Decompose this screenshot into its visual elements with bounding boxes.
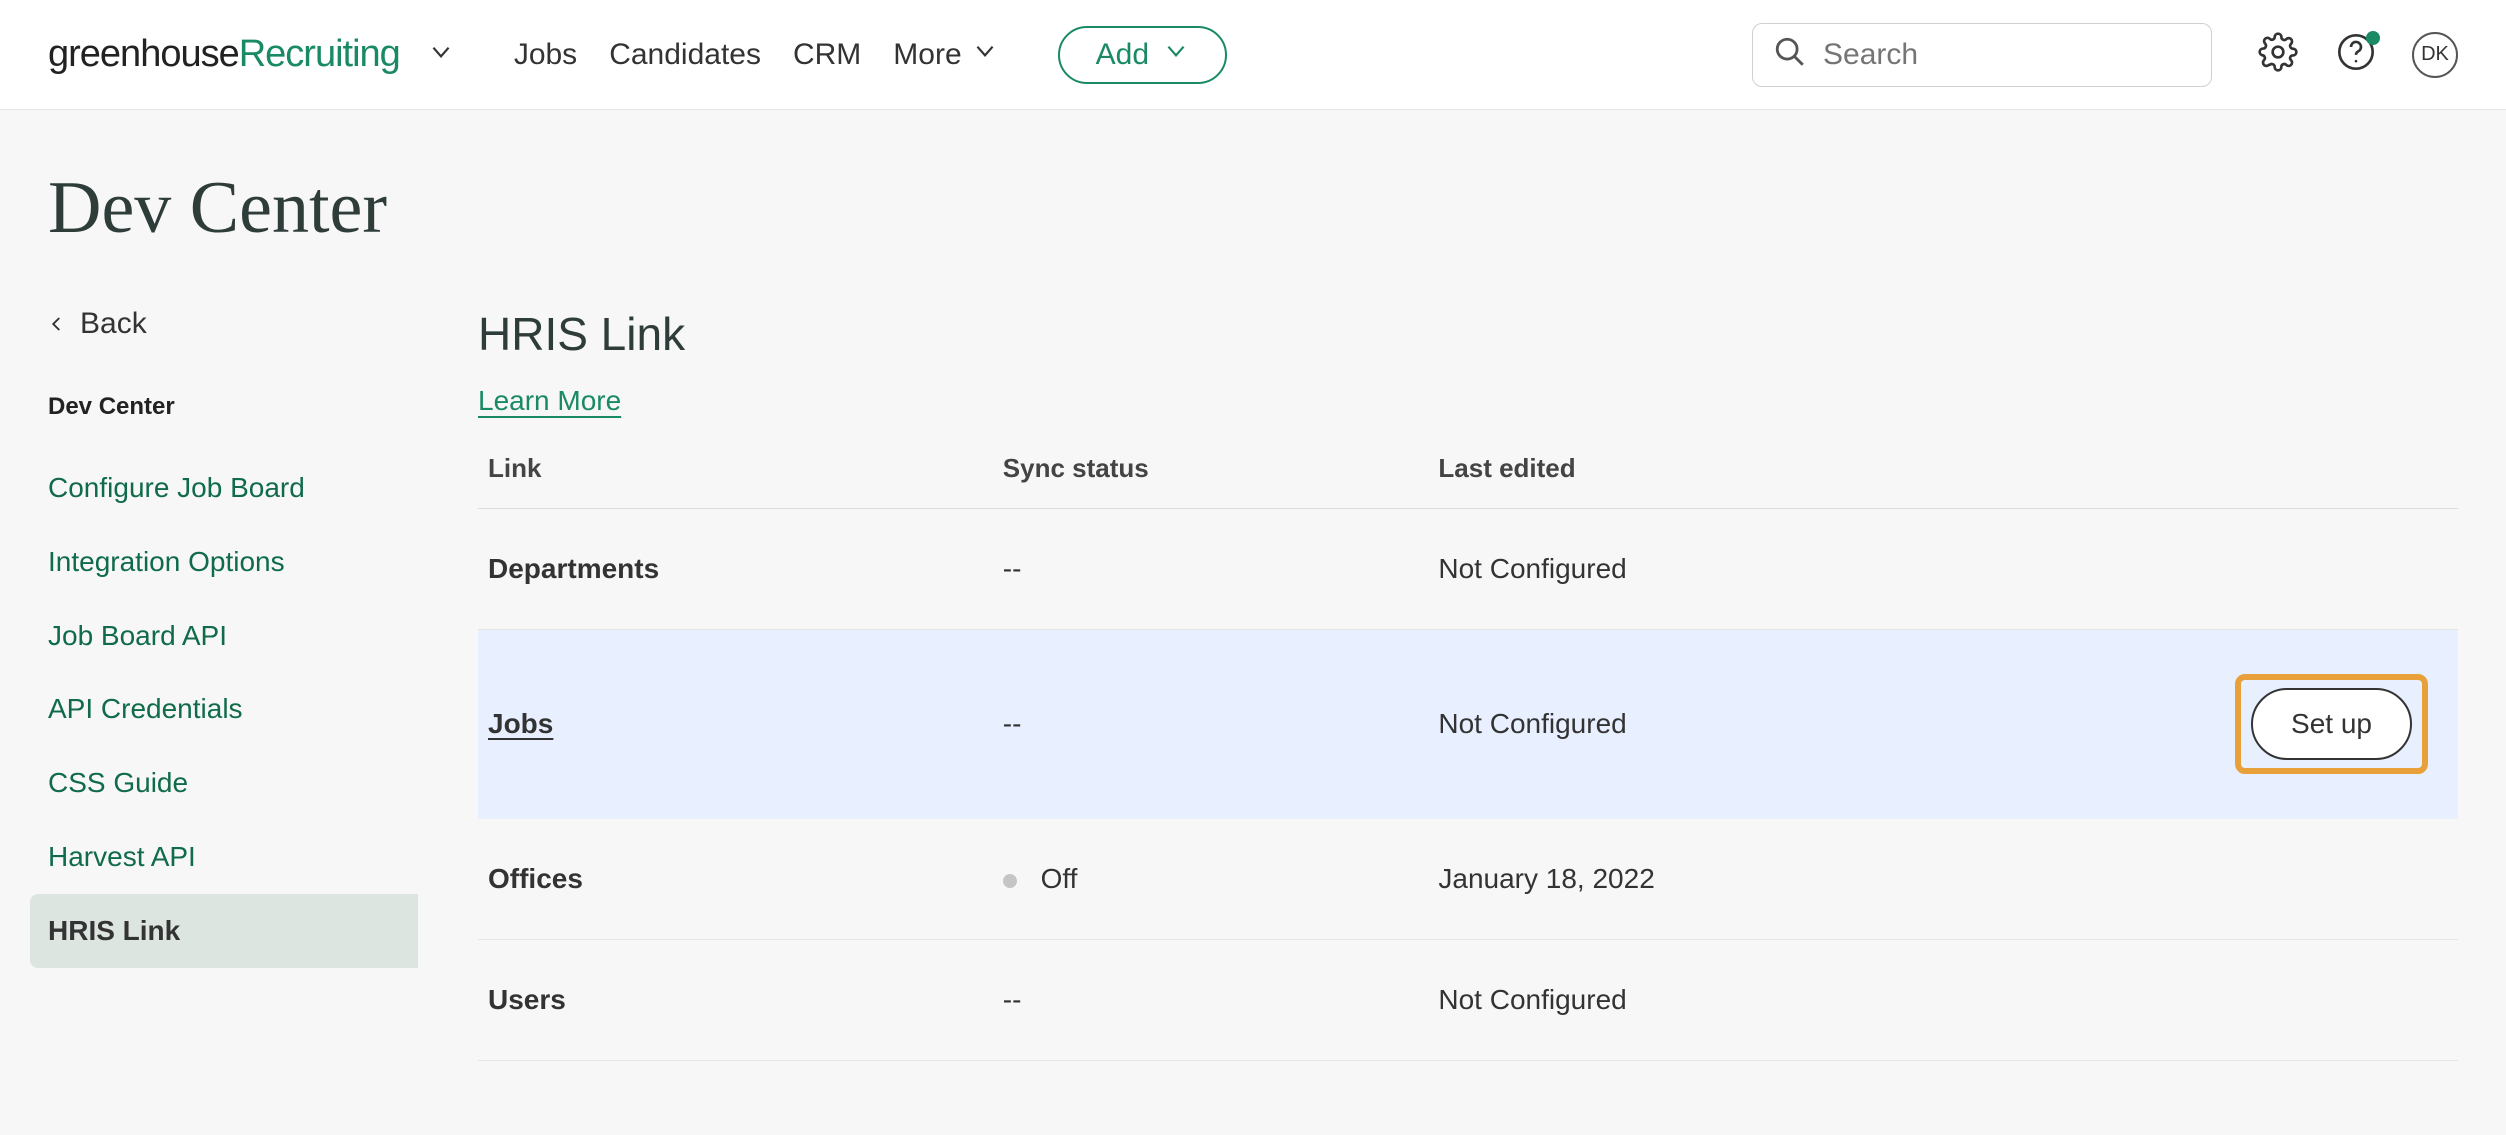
chevron-down-icon [1163,38,1189,72]
settings-button[interactable] [2256,33,2300,77]
help-button[interactable] [2334,33,2378,77]
row-sync: -- [1003,553,1022,584]
search-input[interactable] [1823,38,2191,72]
primary-nav: Jobs Candidates CRM More [514,38,998,72]
row-name: Users [488,984,566,1015]
table-row: Departments -- Not Configured [478,509,2458,630]
row-sync: -- [1003,708,1022,739]
row-sync: Off [1041,863,1078,894]
top-navbar: greenhouse Recruiting Jobs Candidates CR… [0,0,2506,110]
row-edited: Not Configured [1438,553,1626,584]
nav-crm[interactable]: CRM [793,38,861,72]
sidebar-item-configure-job-board[interactable]: Configure Job Board [48,451,418,525]
nav-jobs[interactable]: Jobs [514,38,577,72]
setup-highlight: Set up [2235,674,2428,774]
column-header-link: Link [478,441,993,509]
back-label: Back [80,307,147,341]
table-row[interactable]: Jobs -- Not Configured Set up [478,630,2458,819]
learn-more-link[interactable]: Learn More [478,385,621,417]
sidebar-item-label: Job Board API [48,620,227,651]
row-edited: Not Configured [1438,708,1626,739]
nav-label: More [893,38,961,72]
sidebar-item-label: Harvest API [48,841,196,872]
column-header-action [2062,441,2458,509]
nav-candidates[interactable]: Candidates [609,38,761,72]
table-row: Offices Off January 18, 2022 [478,819,2458,940]
hris-links-table: Link Sync status Last edited Departments… [478,441,2458,1061]
avatar-initials: DK [2421,43,2449,66]
sidebar-item-api-credentials[interactable]: API Credentials [48,672,418,746]
row-edited: Not Configured [1438,984,1626,1015]
sidebar-item-job-board-api[interactable]: Job Board API [48,599,418,673]
status-dot-icon [1003,874,1017,888]
sidebar-item-harvest-api[interactable]: Harvest API [48,820,418,894]
table-header-row: Link Sync status Last edited [478,441,2458,509]
main-content: HRIS Link Learn More Link Sync status La… [478,307,2458,1061]
sidebar-section-label: Dev Center [48,393,418,421]
setup-button[interactable]: Set up [2251,688,2412,760]
brand-text-1: greenhouse [48,33,239,76]
sidebar-item-label: Configure Job Board [48,472,305,503]
add-button[interactable]: Add [1058,26,1227,84]
notification-dot [2366,31,2380,45]
gear-icon [2258,32,2298,77]
row-name[interactable]: Jobs [488,708,553,739]
search-box[interactable] [1752,23,2212,87]
brand-logo: greenhouse Recruiting [48,33,400,76]
row-name: Offices [488,863,583,894]
back-link[interactable]: Back [48,307,418,341]
user-avatar[interactable]: DK [2412,32,2458,78]
brand-switcher[interactable]: greenhouse Recruiting [48,33,454,76]
brand-text-2: Recruiting [239,33,400,76]
section-title: HRIS Link [478,307,2458,361]
search-icon [1773,35,1807,74]
chevron-down-icon [972,38,998,72]
row-edited: January 18, 2022 [1438,863,1654,894]
chevron-left-icon [48,307,66,341]
add-label: Add [1096,38,1149,72]
sidebar-item-hris-link[interactable]: HRIS Link [30,894,418,968]
nav-label: CRM [793,38,861,72]
topbar-utility: DK [2256,32,2458,78]
page-title: Dev Center [48,166,2458,251]
nav-label: Candidates [609,38,761,72]
table-row: Users -- Not Configured [478,940,2458,1061]
sidebar-item-css-guide[interactable]: CSS Guide [48,746,418,820]
sidebar-item-integration-options[interactable]: Integration Options [48,525,418,599]
sidebar-item-label: Integration Options [48,546,285,577]
nav-more[interactable]: More [893,38,997,72]
row-name: Departments [488,553,659,584]
sidebar-list: Configure Job Board Integration Options … [48,451,418,968]
nav-label: Jobs [514,38,577,72]
chevron-down-icon [428,39,454,70]
sidebar: Back Dev Center Configure Job Board Inte… [48,307,418,1061]
sidebar-item-label: API Credentials [48,693,243,724]
column-header-sync: Sync status [993,441,1429,509]
row-sync: -- [1003,984,1022,1015]
column-header-edited: Last edited [1428,441,2062,509]
sidebar-item-label: CSS Guide [48,767,188,798]
sidebar-item-label: HRIS Link [48,915,180,946]
